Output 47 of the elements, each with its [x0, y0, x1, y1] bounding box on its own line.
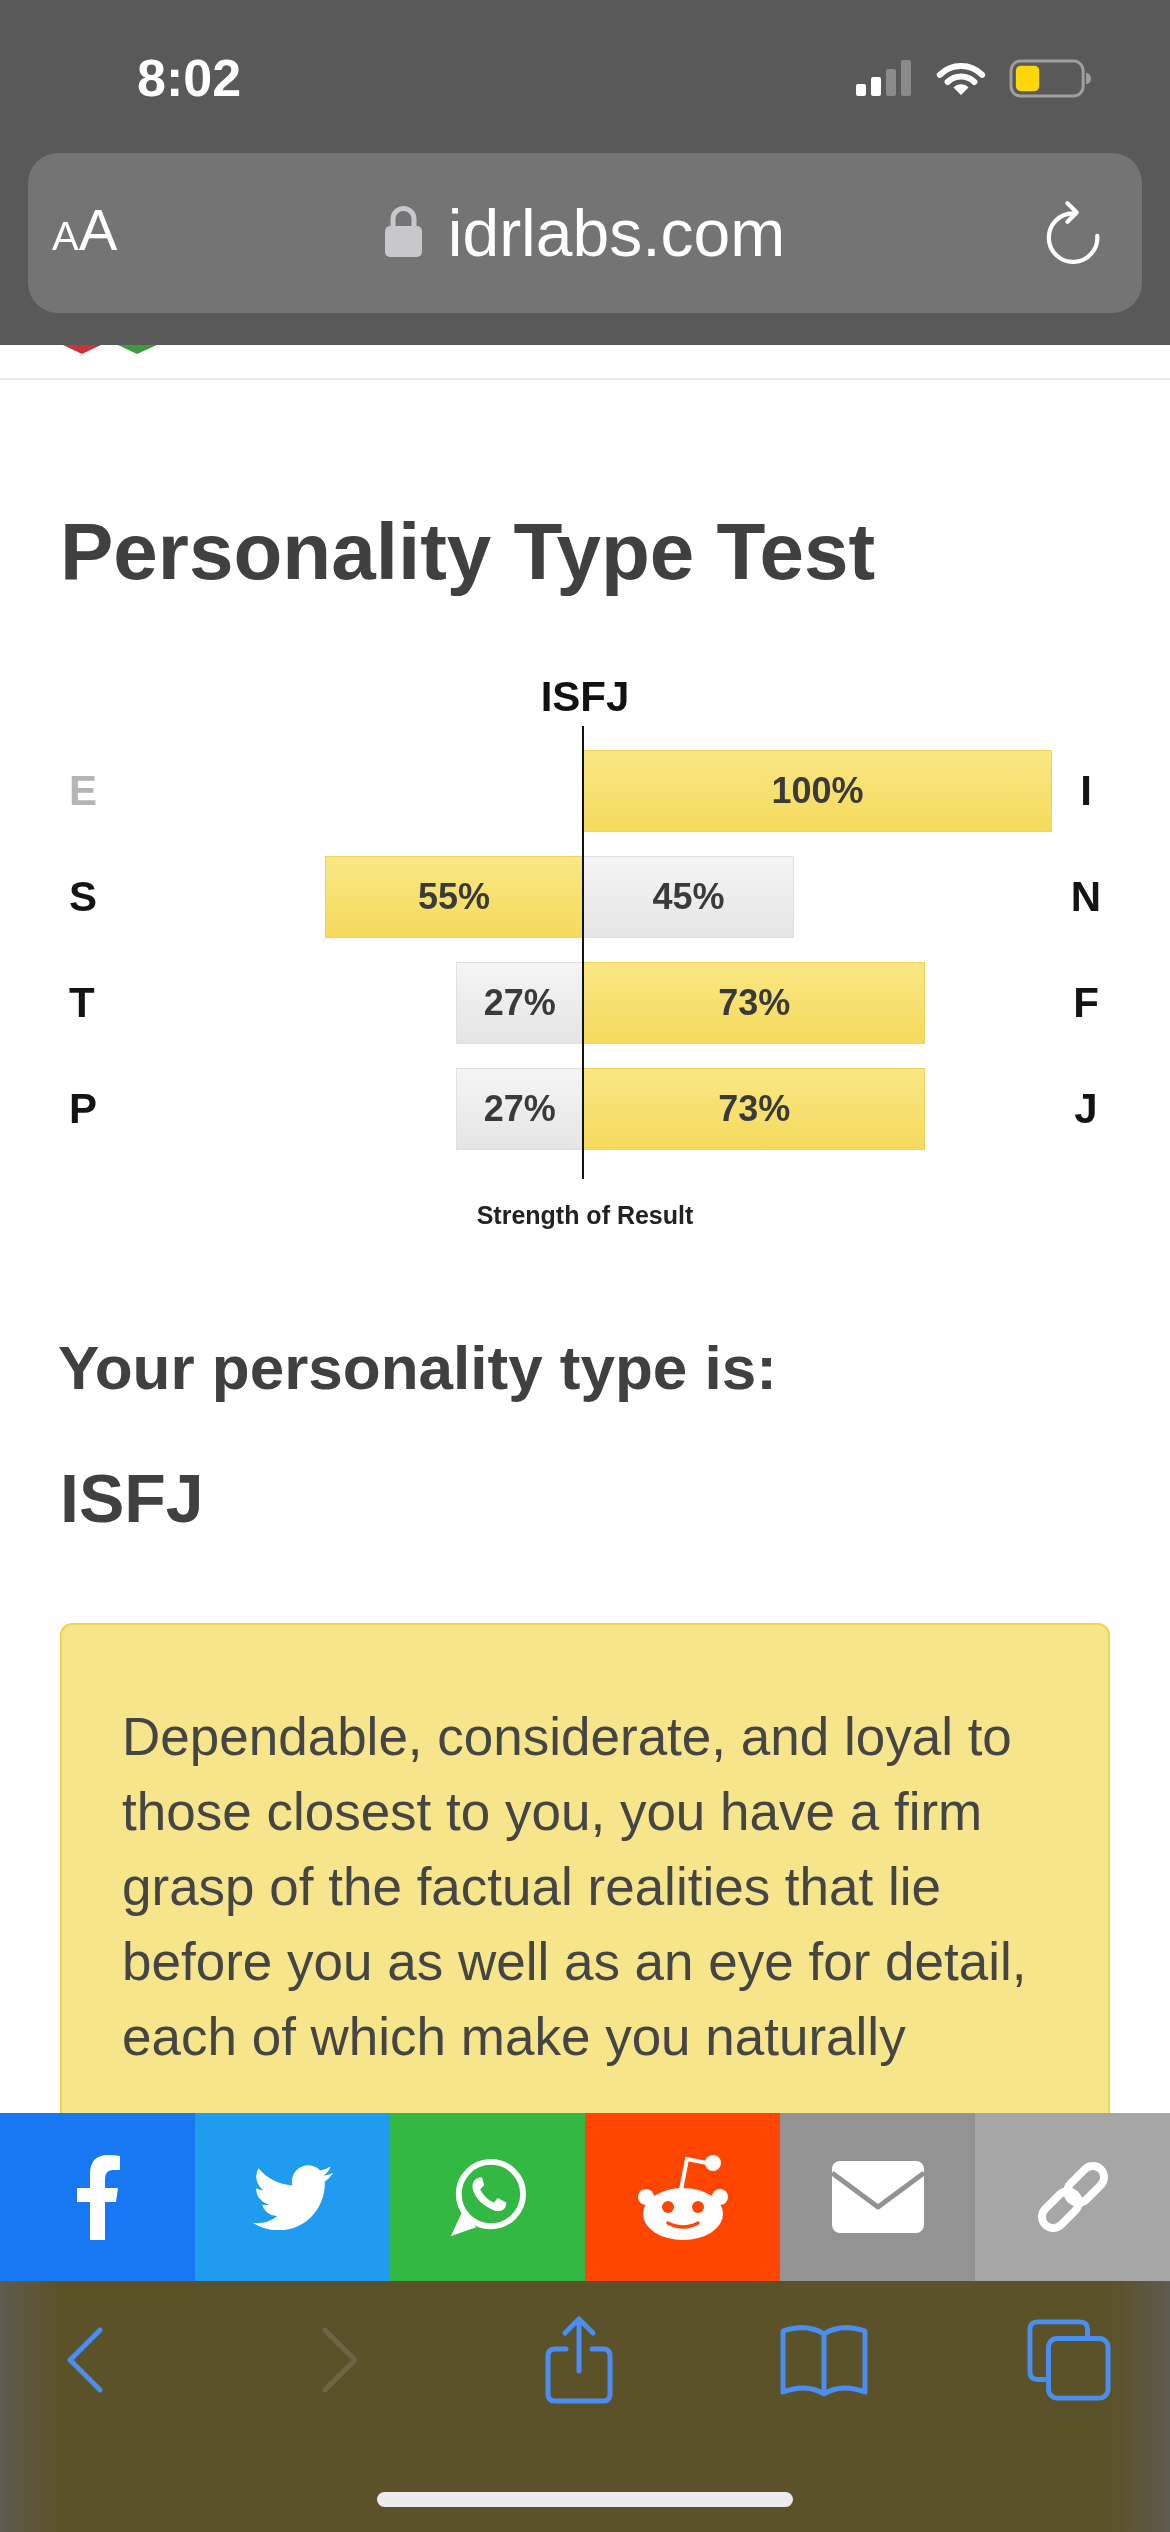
- reload-icon[interactable]: [1045, 200, 1101, 266]
- dichotomy-letter: T: [69, 978, 95, 1028]
- dichotomy-letter: J: [1074, 1084, 1098, 1134]
- battery-icon: [1009, 58, 1091, 98]
- percent-label: 100%: [771, 769, 864, 813]
- copy-link-button[interactable]: [975, 2113, 1170, 2281]
- lock-icon: [384, 203, 422, 257]
- page-title: Personality Type Test: [60, 507, 876, 596]
- address-bar[interactable]: AA idrlabs.com: [28, 153, 1142, 313]
- percent-label: 27%: [483, 1087, 556, 1131]
- reddit-share-button[interactable]: [585, 2113, 780, 2281]
- percent-label: 27%: [483, 981, 556, 1025]
- share-icon: [544, 2315, 614, 2405]
- reddit-alien-icon: [636, 2154, 729, 2240]
- description-text: Dependable, considerate, and loyal to those closest to you, you have a firm grasp of the factual realities that lie before you as well as an eye for detail, each of which make you naturally: [122, 1706, 1028, 2068]
- dichotomy-letter: E: [69, 766, 97, 816]
- whatsapp-share-button[interactable]: [390, 2113, 585, 2281]
- chat-phone-icon: [448, 2158, 527, 2236]
- percent-label: 45%: [652, 875, 725, 919]
- bird-icon: [252, 2164, 333, 2230]
- text-size-button[interactable]: AA: [52, 197, 118, 269]
- envelope-icon: [831, 2161, 924, 2233]
- dichotomy-letter: P: [69, 1084, 97, 1134]
- wifi-icon: [935, 60, 987, 96]
- percent-label: 73%: [718, 981, 791, 1025]
- percent-label: 55%: [418, 875, 491, 919]
- chevron-right-icon: [320, 2326, 360, 2394]
- result-type: ISFJ: [60, 1460, 204, 1536]
- chart-type-label: ISFJ: [540, 672, 630, 722]
- tabs-icon: [1027, 2319, 1111, 2401]
- book-icon: [779, 2322, 869, 2398]
- status-time: 8:02: [137, 48, 242, 108]
- result-heading: Your personality type is:: [58, 1333, 777, 1402]
- dichotomy-letter: F: [1073, 978, 1099, 1028]
- facebook-icon: [75, 2154, 120, 2240]
- dichotomy-letter: S: [69, 872, 97, 922]
- chart-caption: Strength of Result: [476, 1200, 694, 1230]
- dichotomy-letter: I: [1080, 766, 1092, 816]
- percent-label: 73%: [718, 1087, 791, 1131]
- dichotomy-letter: N: [1070, 872, 1102, 922]
- chevron-left-icon: [65, 2326, 105, 2394]
- signal-icon: [856, 60, 913, 96]
- link-icon: [1035, 2160, 1110, 2234]
- email-share-button[interactable]: [780, 2113, 975, 2281]
- facebook-share-button[interactable]: [0, 2113, 195, 2281]
- url-text: idrlabs.com: [447, 195, 786, 272]
- twitter-share-button[interactable]: [195, 2113, 390, 2281]
